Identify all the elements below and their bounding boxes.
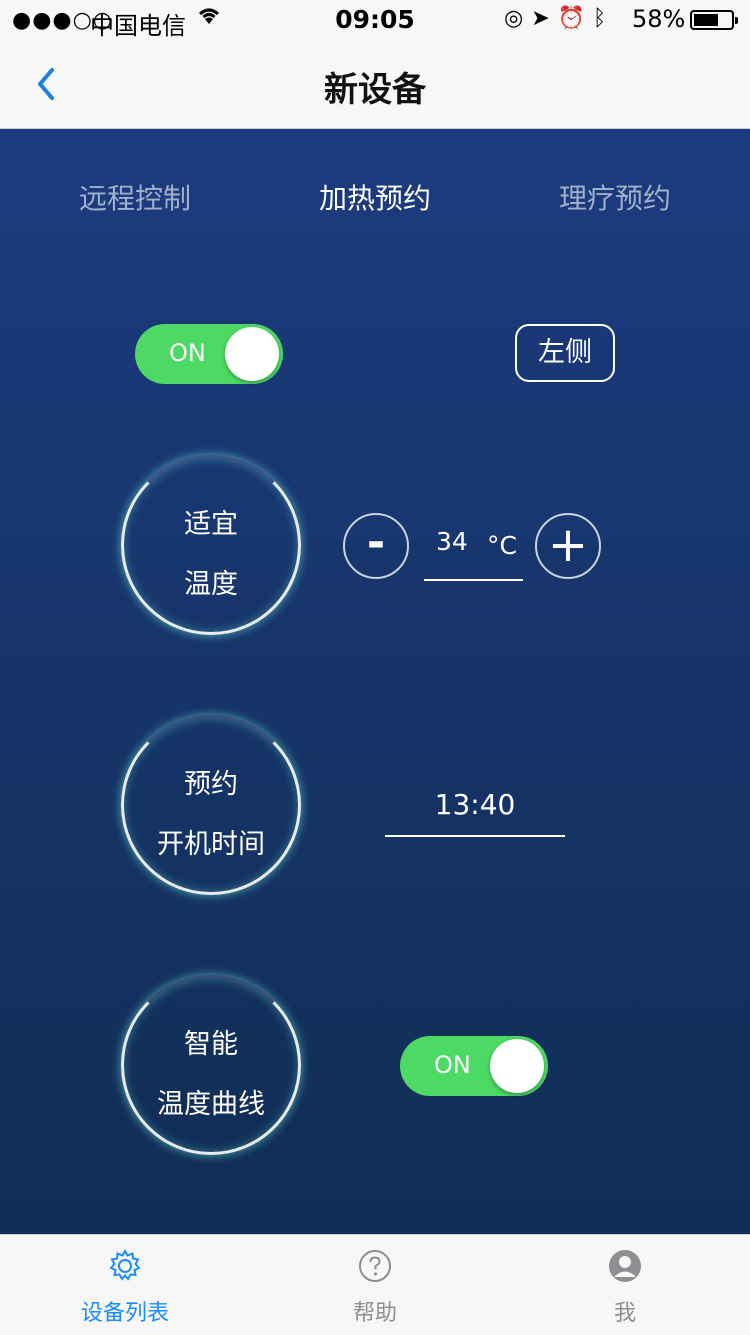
tabbar-help[interactable]: 帮助 xyxy=(250,1235,500,1335)
main-panel: 远程控制 加热预约 理疗预约 ON 左侧 适宜 温度 - 34 °C + 预约 … xyxy=(0,129,750,1234)
schedule-time-field[interactable]: 13:40 xyxy=(385,779,565,837)
temperature-value: 34 xyxy=(436,527,468,556)
side-select-button[interactable]: 左侧 xyxy=(515,324,615,382)
gear-icon xyxy=(109,1249,141,1281)
toggle-knob xyxy=(225,327,279,381)
location-icon: ➤ xyxy=(531,6,558,31)
user-icon xyxy=(609,1250,641,1282)
increase-temperature-button[interactable]: + xyxy=(535,513,601,579)
battery-icon xyxy=(690,10,738,30)
page-title: 新设备 xyxy=(324,70,426,110)
tabbar-me-label: 我 xyxy=(613,1301,636,1326)
tab-heating-schedule[interactable]: 加热预约 xyxy=(255,177,495,217)
temperature-ring: 适宜 温度 xyxy=(121,455,301,635)
schedule-ring-line1: 预约 xyxy=(184,769,238,800)
tab-therapy-schedule[interactable]: 理疗预约 xyxy=(495,177,735,217)
toggle-knob xyxy=(490,1039,544,1093)
smart-curve-toggle-label: ON xyxy=(434,1051,471,1079)
alarm-icon: ⏰ xyxy=(557,6,594,31)
power-toggle[interactable]: ON xyxy=(135,324,283,384)
tab-remote-control[interactable]: 远程控制 xyxy=(15,177,255,217)
smart-curve-ring-line1: 智能 xyxy=(184,1029,238,1060)
bottom-tab-bar: 设备列表 帮助 我 xyxy=(0,1234,750,1335)
status-icons: ◎➤⏰ᛒ xyxy=(504,6,614,31)
tabbar-help-label: 帮助 xyxy=(352,1301,397,1326)
temperature-field[interactable]: 34 °C xyxy=(424,523,523,581)
schedule-ring-line2: 开机时间 xyxy=(157,829,265,860)
smart-curve-toggle[interactable]: ON xyxy=(400,1036,548,1096)
help-icon xyxy=(359,1250,391,1282)
temperature-ring-line2: 温度 xyxy=(184,569,238,600)
tabbar-device-list-label: 设备列表 xyxy=(80,1301,169,1326)
status-bar: ●●●○○ 中国电信 09:05 ◎➤⏰ᛒ 58% xyxy=(0,0,750,40)
power-toggle-label: ON xyxy=(169,339,206,367)
battery-percent: 58% xyxy=(632,5,686,33)
tabbar-me[interactable]: 我 xyxy=(500,1235,750,1335)
tabbar-device-list[interactable]: 设备列表 xyxy=(0,1235,250,1335)
decrease-temperature-button[interactable]: - xyxy=(343,513,409,579)
rotation-lock-icon: ◎ xyxy=(504,6,532,31)
bluetooth-icon: ᛒ xyxy=(593,6,615,31)
schedule-ring: 预约 开机时间 xyxy=(121,715,301,895)
smart-curve-ring: 智能 温度曲线 xyxy=(121,975,301,1155)
smart-curve-ring-line2: 温度曲线 xyxy=(157,1089,265,1120)
nav-bar: 新设备 xyxy=(0,40,750,129)
temperature-ring-line1: 适宜 xyxy=(184,509,238,540)
segment-tabs: 远程控制 加热预约 理疗预约 xyxy=(0,177,750,221)
temperature-unit: °C xyxy=(487,531,517,560)
